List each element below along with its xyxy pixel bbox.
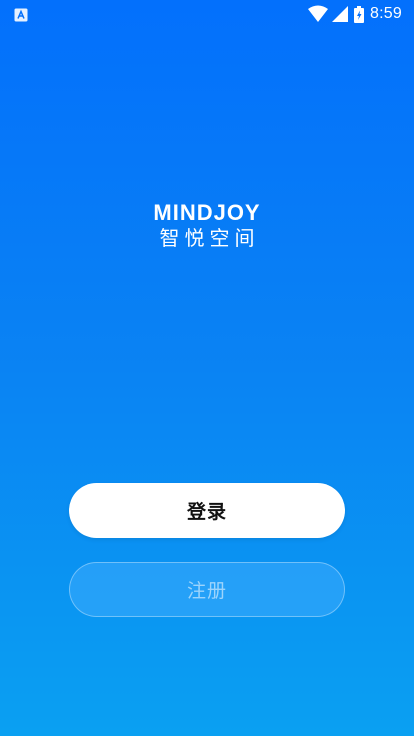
a-box-icon [14, 7, 28, 22]
status-time: 8:59 [370, 5, 402, 22]
logo-title-en: MINDJOY [153, 200, 261, 225]
app-logo: MINDJOY 智悦空间 [0, 200, 414, 250]
login-screen: 8:59 MINDJOY 智悦空间 登录 注册 [0, 0, 414, 736]
login-button[interactable]: 登录 [69, 483, 345, 538]
wifi-icon [308, 5, 329, 23]
signal-icon [332, 6, 349, 22]
logo-title-cn: 智悦空间 [159, 226, 260, 250]
status-bar: 8:59 [0, 0, 414, 28]
register-button[interactable]: 注册 [69, 562, 345, 617]
status-indicators: 8:59 [308, 4, 402, 24]
battery-charging-icon [354, 5, 365, 23]
